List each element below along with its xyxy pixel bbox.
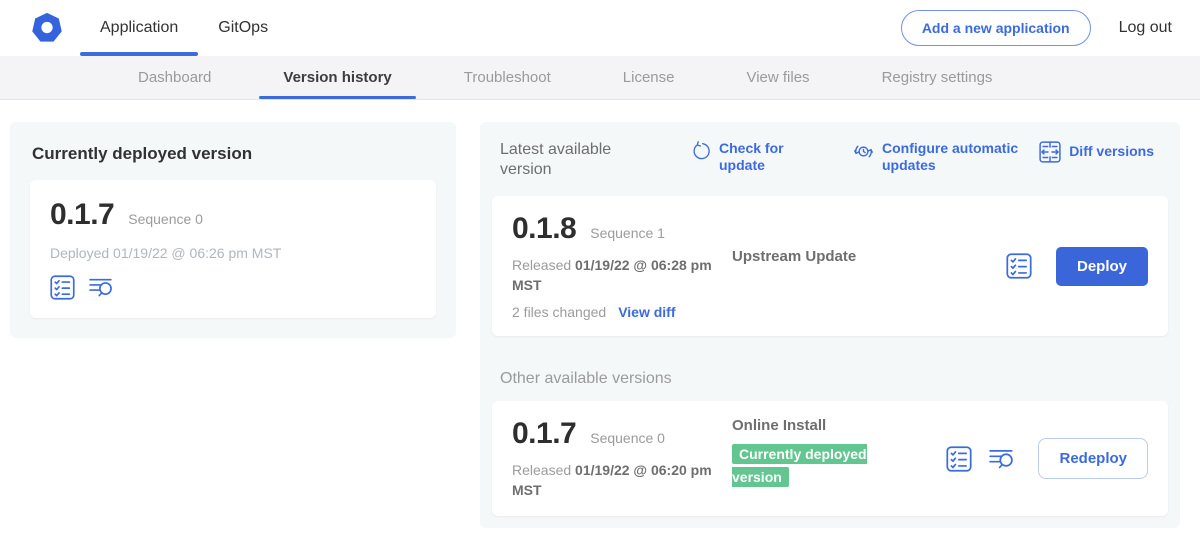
latest-released-timestamp: Released 01/19/22 @ 06:28 pm MST (512, 256, 717, 295)
released-prefix: Released (512, 257, 575, 273)
view-config-icon[interactable] (50, 275, 75, 300)
view-config-icon[interactable] (946, 446, 972, 472)
deployed-version-card: 0.1.7 Sequence 0 Deployed 01/19/22 @ 06:… (30, 180, 436, 318)
view-diff-link[interactable]: View diff (618, 304, 675, 320)
logout-link[interactable]: Log out (1119, 19, 1172, 37)
tab-version-history-label: Version history (283, 69, 391, 86)
other-version-card: 0.1.7 Sequence 0 Released 01/19/22 @ 06:… (492, 401, 1168, 516)
top-header: Application GitOps Add a new application… (0, 0, 1200, 56)
other-source-column: Online Install Currently deployed versio… (726, 417, 946, 500)
other-available-versions-title: Other available versions (500, 370, 1160, 388)
latest-version-actions: Deploy (1006, 212, 1148, 320)
other-version-actions: Redeploy (946, 417, 1148, 500)
currently-deployed-title: Currently deployed version (32, 144, 436, 164)
redeploy-button[interactable]: Redeploy (1038, 438, 1148, 479)
files-changed-label: 2 files changed (512, 304, 606, 320)
main-content: Currently deployed version 0.1.7 Sequenc… (0, 100, 1200, 528)
add-application-button[interactable]: Add a new application (901, 10, 1091, 46)
tab-application[interactable]: Application (80, 0, 198, 56)
refresh-icon (691, 141, 711, 161)
available-versions-panel: Latest available version Check for updat… (480, 122, 1180, 528)
primary-nav: Application GitOps (80, 0, 288, 56)
configure-automatic-updates-button[interactable]: Configure automatic updates (853, 140, 1032, 174)
available-header: Latest available version Check for updat… (500, 140, 1160, 180)
deployed-version-row: 0.1.7 Sequence 0 (50, 198, 416, 232)
view-config-icon[interactable] (1006, 253, 1032, 279)
configure-automatic-updates-label: Configure automatic updates (882, 140, 1032, 174)
app-logo[interactable] (0, 0, 80, 56)
deploy-button[interactable]: Deploy (1056, 247, 1148, 286)
tab-gitops[interactable]: GitOps (198, 0, 288, 56)
check-for-update-label: Check for update (719, 140, 791, 174)
latest-version-number: 0.1.8 (512, 212, 576, 246)
tab-version-history[interactable]: Version history (253, 56, 421, 99)
latest-source-label: Upstream Update (732, 248, 1006, 265)
tab-view-files-label: View files (746, 69, 809, 86)
tab-license-label: License (623, 69, 675, 86)
deployed-version-number: 0.1.7 (50, 198, 114, 232)
currently-deployed-badge: Currently deployed version (732, 444, 867, 487)
tab-view-files[interactable]: View files (716, 56, 839, 99)
other-released-timestamp: Released 01/19/22 @ 06:20 pm MST (512, 461, 717, 500)
tab-dashboard-label: Dashboard (138, 69, 211, 86)
latest-sequence-label: Sequence 1 (590, 225, 665, 241)
kots-logo-icon (30, 11, 64, 45)
tab-troubleshoot-label: Troubleshoot (464, 69, 551, 86)
latest-version-card: 0.1.8 Sequence 1 Released 01/19/22 @ 06:… (492, 196, 1168, 336)
app-subnav: Dashboard Version history Troubleshoot L… (0, 56, 1200, 100)
deployed-actions (50, 275, 416, 300)
diff-icon (1039, 141, 1061, 163)
other-sequence-label: Sequence 0 (590, 430, 665, 446)
tab-gitops-label: GitOps (218, 19, 268, 37)
other-version-info: 0.1.7 Sequence 0 Released 01/19/22 @ 06:… (512, 417, 726, 500)
header-right: Add a new application Log out (901, 0, 1200, 56)
diff-versions-button[interactable]: Diff versions (1039, 140, 1154, 163)
other-source-label: Online Install (732, 417, 946, 434)
latest-available-title: Latest available version (500, 140, 635, 180)
latest-source-column: Upstream Update (726, 212, 1006, 320)
tab-registry-settings-label: Registry settings (882, 69, 993, 86)
check-for-update-button[interactable]: Check for update (691, 140, 791, 174)
deployed-sequence-label: Sequence 0 (128, 211, 203, 227)
deployed-timestamp: Deployed 01/19/22 @ 06:26 pm MST (50, 245, 416, 261)
currently-deployed-panel: Currently deployed version 0.1.7 Sequenc… (10, 122, 456, 338)
tab-license[interactable]: License (593, 56, 705, 99)
other-version-number: 0.1.7 (512, 417, 576, 451)
currently-deployed-badge-wrap: Currently deployed version (732, 443, 897, 489)
latest-version-info: 0.1.8 Sequence 1 Released 01/19/22 @ 06:… (512, 212, 726, 320)
tab-troubleshoot[interactable]: Troubleshoot (434, 56, 581, 99)
tab-application-label: Application (100, 19, 178, 37)
auto-update-clock-icon (853, 141, 874, 162)
released-prefix: Released (512, 462, 575, 478)
tab-dashboard[interactable]: Dashboard (108, 56, 241, 99)
diff-versions-label: Diff versions (1069, 143, 1154, 160)
tab-registry-settings[interactable]: Registry settings (852, 56, 1023, 99)
view-logs-icon[interactable] (88, 275, 115, 300)
view-logs-icon[interactable] (988, 446, 1016, 472)
